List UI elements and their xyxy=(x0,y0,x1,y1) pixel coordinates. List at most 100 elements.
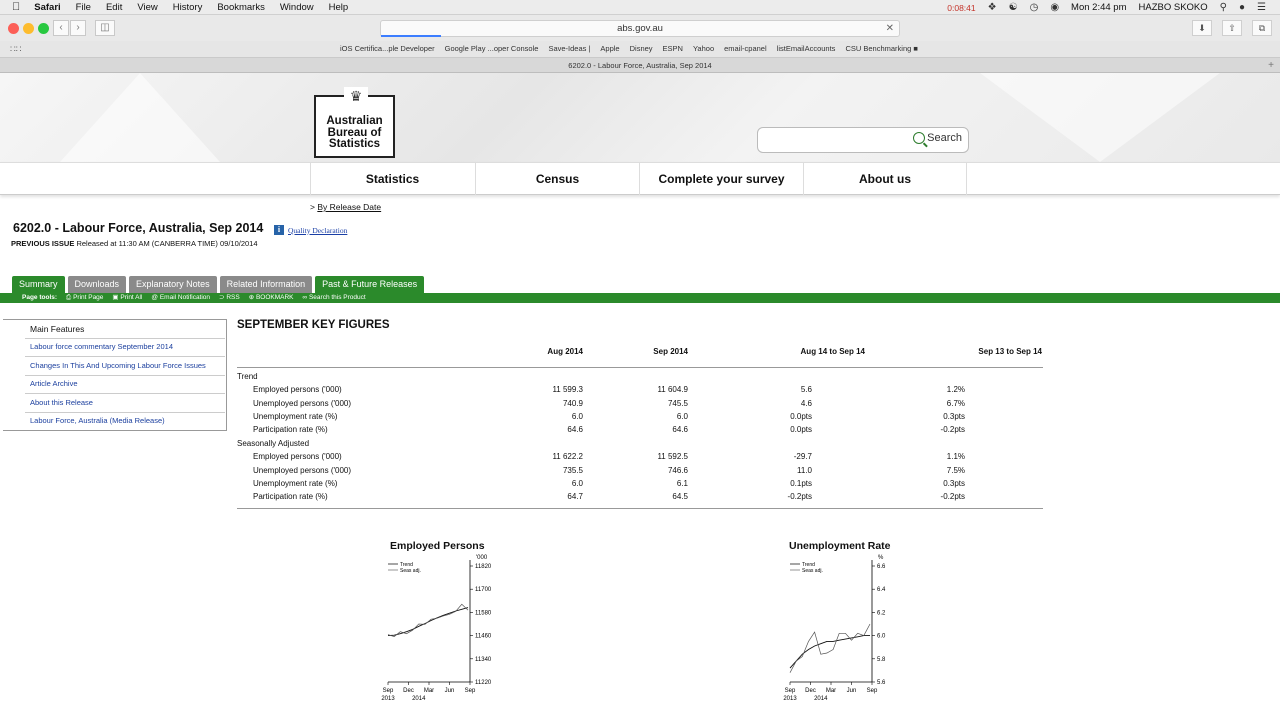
chart-svg: '000 11220 11340 11460 11580 11700 11820 Sep Dec… xyxy=(381,555,492,702)
sidebar: Main Features Labour force commentary Se… xyxy=(3,319,227,431)
menu-bookmarks[interactable]: Bookmarks xyxy=(217,2,265,13)
print-all-link[interactable]: ▣ Print All xyxy=(112,293,142,303)
abs-logo[interactable]: ♛ Australian Bureau of Statistics xyxy=(314,87,395,158)
apple-icon[interactable]:  xyxy=(12,1,20,13)
site-search[interactable]: Search xyxy=(757,127,969,153)
menu-help[interactable]: Help xyxy=(329,2,349,13)
menu-edit[interactable]: Edit xyxy=(106,2,122,13)
minimize-window-button[interactable] xyxy=(23,23,34,34)
y-tick-label: 6.4 xyxy=(877,587,886,593)
x-tick-label: Jun xyxy=(847,688,857,694)
address-bar[interactable]: abs.gov.au ✕ xyxy=(380,20,900,37)
x-tick-label: Jun xyxy=(445,688,455,694)
spotlight-icon[interactable]: ⚲ xyxy=(1220,2,1227,13)
tabs-overview-icon[interactable]: ⧉ xyxy=(1252,20,1272,36)
dropbox-icon[interactable]: ❖ xyxy=(988,2,997,13)
close-window-button[interactable] xyxy=(8,23,19,34)
y-tick-label: 5.6 xyxy=(877,680,886,686)
favorite-link[interactable]: listEmailAccounts xyxy=(777,44,836,53)
tab-downloads[interactable]: Downloads xyxy=(67,276,127,293)
stop-loading-icon[interactable]: ✕ xyxy=(886,21,894,37)
favorite-link[interactable]: iOS Certifica...ple Developer xyxy=(340,44,435,53)
rss-link[interactable]: ⊃ RSS xyxy=(219,293,240,303)
share-icon[interactable]: ⇧ xyxy=(1222,20,1242,36)
nav-complete-survey[interactable]: Complete your survey xyxy=(639,163,803,195)
series-line-seasonally-adjusted xyxy=(387,603,469,637)
table-row: Unemployment rate (%) 6.0 6.0 0.0pts 0.3pts xyxy=(253,412,965,421)
y-unit-label: '000 xyxy=(476,555,488,561)
y-tick-label: 11700 xyxy=(475,587,492,593)
notification-center-icon[interactable]: ☰ xyxy=(1257,2,1266,13)
favorite-link[interactable]: Yahoo xyxy=(693,44,714,53)
nav-about-us[interactable]: About us xyxy=(803,163,967,195)
top-sites-grid-icon[interactable]: ∷∷ xyxy=(10,44,21,55)
breadcrumb-link[interactable]: By Release Date xyxy=(317,202,381,212)
x-year-label: 2014 xyxy=(412,696,426,702)
time-machine-icon[interactable]: ◷ xyxy=(1030,2,1039,13)
siri-icon[interactable]: ● xyxy=(1239,2,1245,13)
x-tick-label: Mar xyxy=(826,688,836,694)
sidebar-link[interactable]: Changes In This And Upcoming Labour Forc… xyxy=(30,361,206,370)
zoom-window-button[interactable] xyxy=(38,23,49,34)
sidebar-toggle-icon[interactable]: ◫ xyxy=(95,20,115,36)
menubar-user[interactable]: HAZBO SKOKO xyxy=(1139,2,1208,13)
back-button[interactable]: ‹ xyxy=(53,20,69,36)
sidebar-link[interactable]: About this Release xyxy=(30,398,93,407)
table-row: Unemployed persons ('000) 735.5 746.6 11.0 7… xyxy=(253,466,965,475)
nav-census[interactable]: Census xyxy=(475,163,639,195)
menu-view[interactable]: View xyxy=(137,2,157,13)
column-header: Sep 2014 xyxy=(653,347,688,356)
search-label: Search xyxy=(927,132,962,144)
safari-toolbar: ‹ › ◫ abs.gov.au ✕ ⬇ ⇧ ⧉ xyxy=(0,15,1280,41)
search-icon xyxy=(913,132,926,144)
quality-declaration[interactable]: i Quality Declaration xyxy=(274,225,347,235)
favorite-link[interactable]: Google Play ...oper Console xyxy=(445,44,539,53)
wifi-icon[interactable]: ◉ xyxy=(1050,2,1059,13)
favorite-link[interactable]: email-cpanel xyxy=(724,44,767,53)
downloads-icon[interactable]: ⬇ xyxy=(1192,20,1212,36)
favorites-bar: ∷∷ iOS Certifica...ple Developer Google … xyxy=(0,41,1280,57)
email-notification-link[interactable]: @ Email Notification xyxy=(151,293,210,303)
favorite-link[interactable]: Apple xyxy=(600,44,619,53)
nav-statistics[interactable]: Statistics xyxy=(310,163,474,195)
print-page-link[interactable]: ⎙ Print Page xyxy=(66,293,103,303)
y-unit-label: % xyxy=(878,555,884,561)
menu-history[interactable]: History xyxy=(173,2,203,13)
quality-declaration-link[interactable]: Quality Declaration xyxy=(288,226,347,235)
x-tick-label: Sep xyxy=(867,688,878,694)
recording-timer[interactable]: 0:08:41 xyxy=(947,3,975,13)
coat-of-arms-icon: ♛ xyxy=(344,87,368,105)
favorite-link[interactable]: ESPN xyxy=(663,44,683,53)
sidebar-link[interactable]: Labour force commentary September 2014 xyxy=(30,342,173,351)
tab-past-future-releases[interactable]: Past & Future Releases xyxy=(315,276,425,293)
tab-related-information[interactable]: Related Information xyxy=(219,276,313,293)
y-tick-label: 11460 xyxy=(475,634,492,640)
menu-file[interactable]: File xyxy=(76,2,91,13)
tab-summary[interactable]: Summary xyxy=(12,276,65,293)
series-line-seasonally-adjusted xyxy=(789,623,871,673)
bookmark-icon: ⊕ xyxy=(248,294,256,301)
bookmark-link[interactable]: ⊕ BOOKMARK xyxy=(249,293,294,303)
forward-button[interactable]: › xyxy=(70,20,86,36)
bluetooth-icon[interactable]: ☯ xyxy=(1009,2,1018,13)
sidebar-link[interactable]: Article Archive xyxy=(30,379,78,388)
menubar-clock[interactable]: Mon 2:44 pm xyxy=(1071,2,1126,13)
y-tick-label: 6.6 xyxy=(877,564,886,570)
menu-app-safari[interactable]: Safari xyxy=(34,2,60,13)
favorite-link[interactable]: Disney xyxy=(630,44,653,53)
search-button[interactable]: Search xyxy=(913,132,962,144)
legend-label: Seas adj. xyxy=(802,568,823,574)
y-tick-label: 5.8 xyxy=(877,657,886,663)
favorite-link[interactable]: CSU Benchmarking ■ xyxy=(845,44,917,53)
table-row: Employed persons ('000) 11 622.2 11 592.5-… xyxy=(253,452,965,461)
new-tab-icon[interactable]: + xyxy=(1268,58,1274,74)
search-product-link[interactable]: ∞ Search this Product xyxy=(303,293,366,303)
tab-explanatory-notes[interactable]: Explanatory Notes xyxy=(129,276,217,293)
favorite-link[interactable]: Save-Ideas | xyxy=(548,44,590,53)
sidebar-link[interactable]: Labour Force, Australia (Media Release) xyxy=(30,416,165,425)
macos-menubar:  Safari File Edit View History Bookmark… xyxy=(0,0,1280,15)
content-tabs: Summary Downloads Explanatory Notes Rela… xyxy=(12,276,425,293)
site-header: ♛ Australian Bureau of Statistics Search xyxy=(0,73,1280,162)
menu-window[interactable]: Window xyxy=(280,2,314,13)
browser-tab[interactable]: 6202.0 - Labour Force, Australia, Sep 20… xyxy=(0,57,1280,73)
